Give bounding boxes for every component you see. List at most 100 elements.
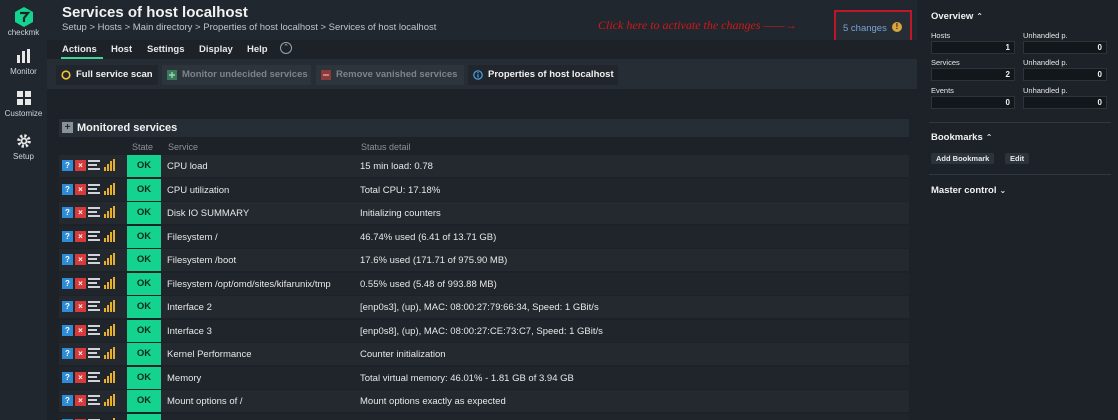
service-name[interactable]: Memory bbox=[167, 373, 201, 384]
menu-icon[interactable] bbox=[88, 230, 100, 242]
edit-bookmarks-button[interactable]: Edit bbox=[1005, 153, 1030, 164]
stat-events-value[interactable]: 0 bbox=[931, 96, 1015, 109]
status-detail: [enp0s8], (up), MAC: 08:00:27:CE:73:C7, … bbox=[360, 325, 603, 337]
menu-icon[interactable] bbox=[88, 160, 100, 171]
graph-icon[interactable] bbox=[104, 276, 116, 289]
service-name[interactable]: Interface 2 bbox=[167, 302, 212, 313]
master-control-title-text: Master control bbox=[931, 185, 997, 196]
monitored-services-header[interactable]: + Monitored services bbox=[59, 119, 909, 137]
table-row: ? × OK CPU load 15 min load: 0.78 bbox=[59, 155, 909, 177]
help-icon[interactable]: ? bbox=[62, 160, 73, 171]
state-badge: OK bbox=[127, 225, 161, 248]
stat-hosts-label: Hosts bbox=[931, 31, 951, 40]
menu-help[interactable]: Help bbox=[247, 44, 268, 55]
help-icon[interactable]: ? bbox=[62, 230, 73, 242]
graph-icon[interactable] bbox=[104, 370, 116, 383]
monitor-undecided-services-button[interactable]: Monitor undecided services bbox=[162, 65, 311, 85]
menu-icon[interactable] bbox=[88, 348, 100, 359]
stat-events-unhandled-label: Unhandled p. bbox=[1023, 86, 1068, 95]
service-name[interactable]: Kernel Performance bbox=[167, 349, 251, 360]
menu-icon[interactable] bbox=[88, 207, 100, 218]
status-detail: Counter initialization bbox=[360, 349, 446, 360]
menu-icon[interactable] bbox=[88, 183, 100, 195]
service-name[interactable]: Filesystem /boot bbox=[167, 255, 236, 266]
overview-title[interactable]: Overview ⌃ bbox=[931, 11, 983, 22]
help-icon[interactable]: ? bbox=[62, 277, 73, 289]
help-icon[interactable]: ? bbox=[62, 395, 73, 406]
menu-host[interactable]: Host bbox=[111, 44, 132, 55]
stat-hosts-value[interactable]: 1 bbox=[931, 41, 1015, 54]
graph-icon[interactable] bbox=[104, 253, 116, 265]
remove-icon[interactable]: × bbox=[75, 230, 86, 242]
help-icon[interactable]: ? bbox=[62, 348, 73, 359]
master-control-title[interactable]: Master control ⌄ bbox=[931, 185, 1006, 196]
remove-icon[interactable]: × bbox=[75, 254, 86, 265]
nav-monitor[interactable]: Monitor bbox=[0, 48, 47, 76]
add-bookmark-button[interactable]: Add Bookmark bbox=[931, 153, 995, 164]
graph-icon[interactable] bbox=[104, 182, 116, 195]
help-icon[interactable]: ? bbox=[62, 254, 73, 265]
checkmk-logo-icon[interactable] bbox=[13, 6, 35, 28]
menu-icon[interactable] bbox=[88, 277, 100, 289]
graph-icon[interactable] bbox=[104, 394, 116, 406]
remove-icon[interactable]: × bbox=[75, 324, 86, 336]
service-name[interactable]: CPU load bbox=[167, 161, 208, 172]
remove-vanished-services-button[interactable]: Remove vanished services bbox=[316, 65, 464, 85]
graph-icon[interactable] bbox=[104, 300, 116, 312]
help-icon[interactable]: ? bbox=[62, 371, 73, 383]
menu-icon[interactable] bbox=[88, 324, 100, 336]
service-name[interactable]: Disk IO SUMMARY bbox=[167, 208, 249, 219]
menu-icon[interactable] bbox=[88, 254, 100, 265]
remove-icon[interactable]: × bbox=[75, 277, 86, 289]
collapse-toggle-icon[interactable]: + bbox=[62, 122, 73, 133]
remove-icon[interactable]: × bbox=[75, 160, 86, 171]
stat-services-value[interactable]: 2 bbox=[931, 68, 1015, 81]
state-badge: OK bbox=[127, 178, 161, 201]
menu-icon[interactable] bbox=[88, 301, 100, 312]
menu-display[interactable]: Display bbox=[199, 44, 233, 55]
table-row: ?×OK bbox=[59, 413, 909, 420]
remove-icon[interactable]: × bbox=[75, 183, 86, 195]
stat-events-unhandled-value[interactable]: 0 bbox=[1023, 96, 1107, 109]
service-name[interactable]: Interface 3 bbox=[167, 326, 212, 337]
service-name[interactable]: Filesystem / bbox=[167, 232, 218, 243]
changes-button[interactable]: 5 changes ! bbox=[834, 10, 912, 42]
graph-icon[interactable] bbox=[104, 323, 116, 336]
remove-icon[interactable]: × bbox=[75, 371, 86, 383]
graph-icon[interactable] bbox=[104, 229, 116, 242]
stat-hosts-unhandled-value[interactable]: 0 bbox=[1023, 41, 1107, 54]
remove-icon[interactable]: × bbox=[75, 395, 86, 406]
help-icon[interactable]: ? bbox=[62, 183, 73, 195]
chevron-up-icon[interactable]: ⌃ bbox=[280, 42, 292, 54]
state-badge: OK bbox=[127, 343, 161, 365]
properties-of-host-button[interactable]: Properties of host localhost bbox=[468, 65, 618, 85]
remove-icon[interactable]: × bbox=[75, 207, 86, 218]
menu-icon[interactable] bbox=[88, 395, 100, 406]
logo-text: checkmk bbox=[7, 28, 40, 37]
breadcrumb[interactable]: Setup > Hosts > Main directory > Propert… bbox=[62, 22, 436, 33]
stat-services-unhandled-value[interactable]: 0 bbox=[1023, 68, 1107, 81]
graph-icon[interactable] bbox=[104, 206, 116, 218]
nav-customize[interactable]: Customize bbox=[0, 90, 47, 118]
help-icon[interactable]: ? bbox=[62, 324, 73, 336]
menu-actions[interactable]: Actions bbox=[62, 44, 97, 55]
chevron-down-icon: ⌄ bbox=[999, 186, 1007, 195]
graph-icon[interactable] bbox=[104, 347, 116, 359]
state-badge: OK bbox=[127, 272, 161, 295]
remove-icon[interactable]: × bbox=[75, 348, 86, 359]
bookmarks-title[interactable]: Bookmarks ⌃ bbox=[931, 132, 992, 143]
nav-setup[interactable]: Setup bbox=[0, 133, 47, 161]
service-name[interactable]: Mount options of / bbox=[167, 396, 243, 407]
column-state: State bbox=[132, 142, 154, 152]
page-title: Services of host localhost bbox=[62, 4, 248, 21]
service-name[interactable]: Filesystem /opt/omd/sites/kifarunix/tmp bbox=[167, 279, 331, 290]
graph-icon[interactable] bbox=[104, 159, 116, 171]
properties-of-host-label: Properties of host localhost bbox=[488, 69, 614, 80]
menu-settings[interactable]: Settings bbox=[147, 44, 184, 55]
remove-icon[interactable]: × bbox=[75, 301, 86, 312]
help-icon[interactable]: ? bbox=[62, 301, 73, 312]
service-name[interactable]: CPU utilization bbox=[167, 185, 229, 196]
help-icon[interactable]: ? bbox=[62, 207, 73, 218]
full-service-scan-button[interactable]: Full service scan bbox=[56, 65, 158, 85]
menu-icon[interactable] bbox=[88, 371, 100, 383]
